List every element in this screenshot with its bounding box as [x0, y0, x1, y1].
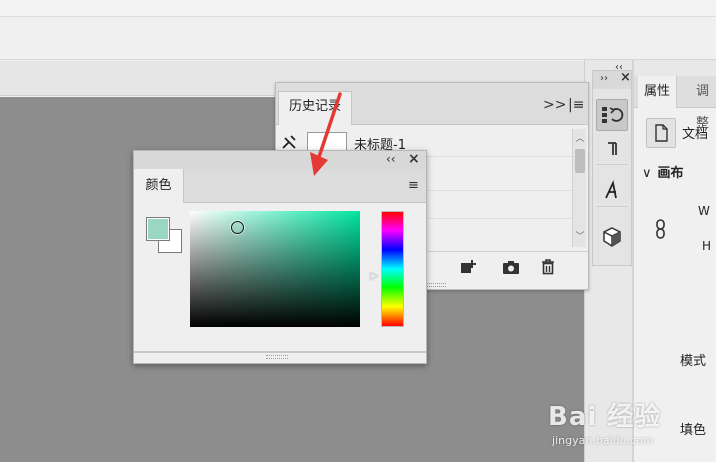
tab-color[interactable]: 颜色 [134, 169, 184, 203]
canvas-section-title: 画布 [657, 166, 684, 181]
new-document-from-state-icon[interactable] [459, 258, 479, 276]
scroll-down-icon[interactable]: ﹀ [573, 229, 587, 242]
scroll-up-icon[interactable]: ︿ [573, 131, 587, 144]
hue-slider[interactable] [381, 211, 404, 327]
link-icon[interactable] [654, 218, 668, 244]
collapse-icon[interactable]: ‹‹ [386, 152, 396, 166]
color-panel-tabbar: 颜色 ≡ [134, 169, 426, 203]
panel-bottom-border [134, 351, 426, 353]
history-row-divider [426, 190, 572, 191]
history-row-divider [426, 218, 572, 219]
watermark-url: jingyan.baidu.com [552, 434, 654, 447]
watermark-brand: Bai 经验 [548, 402, 662, 432]
chevron-down-icon: ∨ [642, 166, 652, 181]
color-picker-circle[interactable] [231, 221, 244, 234]
resize-grip[interactable] [426, 283, 446, 287]
expand-panels-icon[interactable]: ›› [600, 73, 608, 84]
annotation-arrow-icon [310, 92, 342, 176]
hamburger-menu-icon[interactable]: |≡ [568, 97, 584, 113]
history-scrollbar[interactable]: ︿ ﹀ [572, 129, 586, 247]
height-label: H [702, 239, 712, 253]
tab-properties[interactable]: 属性 [638, 76, 678, 108]
mode-label: 模式 [680, 354, 707, 369]
resize-grip[interactable] [266, 355, 288, 359]
character-icon[interactable] [596, 175, 628, 207]
menu-bar [0, 0, 716, 17]
3d-cube-icon[interactable] [596, 221, 628, 253]
hamburger-menu-icon[interactable]: ≡ [408, 178, 419, 193]
canvas-section-header[interactable]: ∨ 画布 [642, 162, 684, 181]
watermark: Bai 经验 jingyan.baidu.com [548, 396, 708, 456]
tab-adjustments[interactable]: 调整 [690, 76, 716, 131]
scroll-thumb[interactable] [575, 149, 585, 173]
document-label: 文档 [682, 127, 709, 142]
width-label: W [698, 204, 710, 218]
hue-slider-marker-icon[interactable]: ▷ [370, 269, 378, 282]
history-icon[interactable] [596, 99, 628, 131]
color-field[interactable] [190, 211, 360, 327]
color-panel-titlebar[interactable]: ‹‹ × [134, 151, 426, 169]
camera-icon[interactable] [501, 258, 521, 276]
close-icon[interactable]: × [408, 151, 420, 167]
color-field-brightness [190, 211, 360, 327]
color-panel: ‹‹ × 颜色 ≡ ▷ [133, 150, 427, 364]
paragraph-icon[interactable] [596, 133, 628, 165]
trash-icon[interactable] [538, 258, 558, 276]
double-chevron-right-icon[interactable]: >> [543, 97, 566, 113]
properties-tabbar: 属性 调整 [634, 76, 716, 131]
options-bar [0, 18, 716, 60]
close-strip-icon[interactable]: × [620, 70, 631, 85]
document-icon [646, 118, 676, 148]
foreground-color-swatch[interactable] [146, 217, 170, 241]
panel-icon-strip [592, 70, 632, 266]
